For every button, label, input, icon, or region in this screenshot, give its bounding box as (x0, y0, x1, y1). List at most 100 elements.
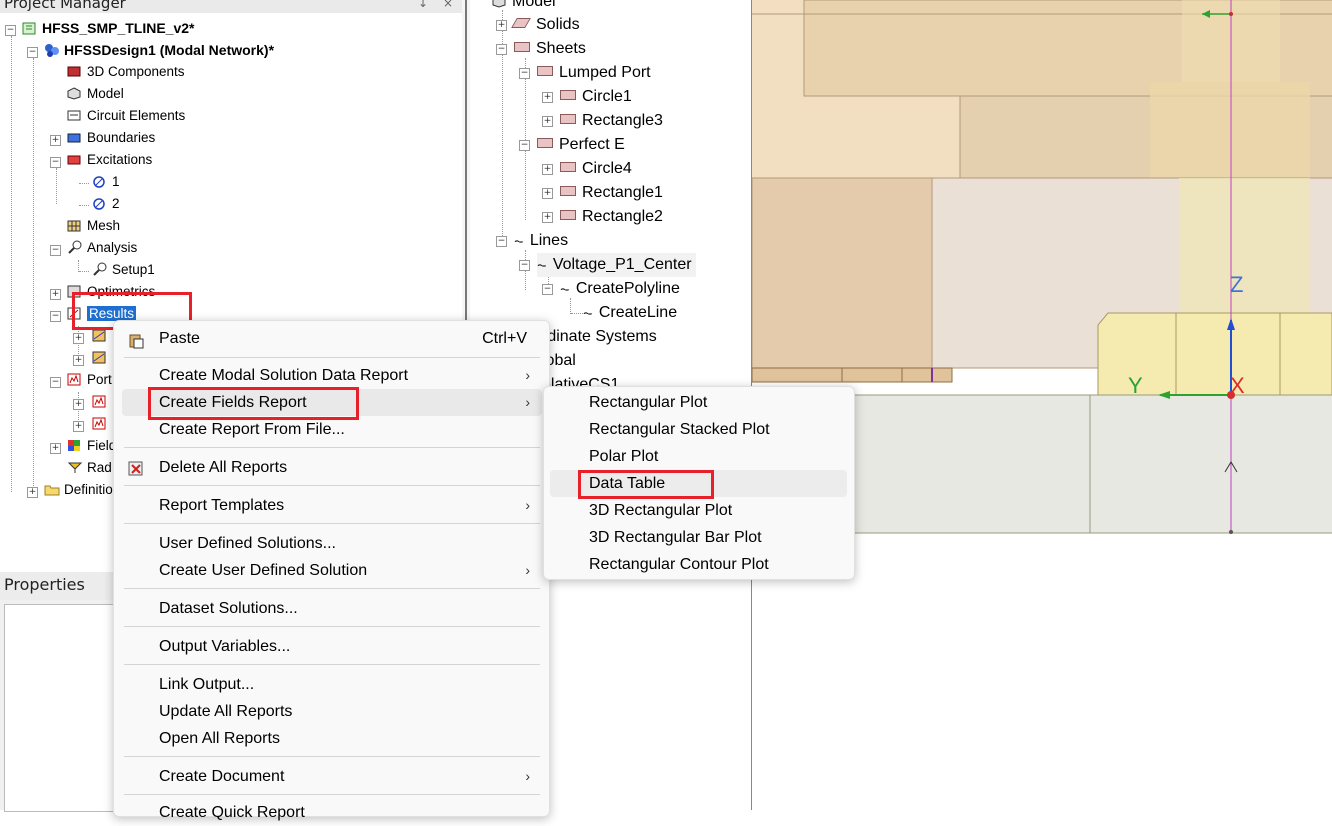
submenu-item-rectangular-stacked-plot[interactable]: Rectangular Stacked Plot (550, 416, 847, 443)
model-tree-circle4[interactable]: Circle4 (560, 157, 632, 181)
sheet-icon (560, 90, 576, 100)
submenu-item-3d-rectangular-plot[interactable]: 3D Rectangular Plot (550, 497, 847, 524)
chevron-right-icon: › (525, 394, 530, 410)
axis-x-label: X (1230, 373, 1245, 398)
design-icon (44, 41, 59, 57)
tree-item-definitions[interactable]: Definitio (44, 479, 113, 501)
tree-item-model[interactable]: Model (67, 83, 124, 105)
menu-item-report-templates[interactable]: Report Templates › (122, 492, 542, 519)
model-icon (492, 0, 506, 8)
port-field-icon (92, 415, 106, 430)
report-icon (92, 349, 106, 364)
port-icon (92, 173, 106, 188)
tree-item-field-overlays[interactable]: Field (67, 435, 116, 457)
menu-item-update-all-reports[interactable]: Update All Reports (122, 698, 542, 725)
model-tree-coordinate-systems[interactable]: rdinate Systems (542, 325, 657, 349)
line-icon: ⏦ (537, 258, 547, 272)
tree-item-excitations[interactable]: Excitations (67, 149, 152, 171)
model-tree-solids[interactable]: Solids (511, 13, 580, 37)
model-tree-createline[interactable]: ⏦ CreateLine (583, 301, 677, 325)
model-tree-rectangle3[interactable]: Rectangle3 (560, 109, 663, 133)
line-icon: ⏦ (583, 306, 593, 320)
excitations-icon (67, 151, 81, 165)
menu-item-output-variables[interactable]: Output Variables... (122, 633, 542, 660)
close-icon[interactable]: × (443, 0, 453, 13)
port-field-icon (92, 393, 106, 408)
model-tree-lumped-port[interactable]: Lumped Port (537, 61, 651, 85)
submenu-item-3d-rectangular-bar-plot[interactable]: 3D Rectangular Bar Plot (550, 524, 847, 551)
model-tree-voltage-p1-center[interactable]: ⏦ Voltage_P1_Center (537, 253, 696, 277)
chevron-right-icon: › (525, 367, 530, 383)
menu-item-link-output[interactable]: Link Output... (122, 671, 542, 698)
menu-item-delete-all-reports[interactable]: Delete All Reports (122, 454, 542, 481)
tree-item-port-field-2[interactable] (92, 413, 112, 435)
model-tree-createpolyline[interactable]: ⏦ CreatePolyline (560, 277, 680, 301)
tree-item-radiation[interactable]: Rad (67, 457, 112, 479)
components-icon (67, 63, 81, 77)
project-icon (22, 19, 36, 35)
chevron-right-icon: › (525, 562, 530, 578)
submenu-item-polar-plot[interactable]: Polar Plot (550, 443, 847, 470)
sheet-icon (537, 138, 553, 148)
model-tree-root[interactable]: Model (492, 0, 556, 14)
submenu-item-rectangular-plot[interactable]: Rectangular Plot (550, 389, 847, 416)
menu-item-create-report-from-file[interactable]: Create Report From File... (122, 416, 542, 443)
highlight-data-table (578, 470, 714, 499)
delete-icon (128, 459, 144, 476)
project-manager-title-bar: Project Manager ↓ × (0, 0, 462, 13)
tree-item-circuit-elements[interactable]: Circuit Elements (67, 105, 185, 127)
tree-item-mesh[interactable]: Mesh (67, 215, 120, 237)
menu-item-paste[interactable]: Paste Ctrl+V (122, 325, 542, 352)
solid-icon (511, 18, 531, 28)
chevron-right-icon: › (525, 768, 530, 784)
submenu-item-rectangular-contour-plot[interactable]: Rectangular Contour Plot (550, 551, 847, 578)
menu-item-create-user-defined-solution[interactable]: Create User Defined Solution › (122, 557, 542, 584)
model-tree-lines[interactable]: ⏦ Lines (514, 229, 568, 253)
sheet-icon (560, 210, 576, 220)
port-field-icon (67, 371, 81, 386)
menu-item-create-quick-report[interactable]: Create Quick Report (122, 799, 542, 826)
menu-item-open-all-reports[interactable]: Open All Reports (122, 725, 542, 752)
sheet-icon (560, 162, 576, 172)
axis-y-label: Y (1128, 373, 1143, 398)
line-icon: ⏦ (514, 234, 524, 248)
tree-item-design[interactable]: HFSSDesign1 (Modal Network)* (44, 39, 274, 61)
tree-item-setup1[interactable]: Setup1 (92, 259, 155, 281)
tree-item-port-1[interactable]: 1 (92, 171, 120, 193)
tree-item-3d-components[interactable]: 3D Components (67, 61, 185, 83)
tree-item-port-2[interactable]: 2 (92, 193, 120, 215)
model-tree-sheets[interactable]: Sheets (514, 37, 586, 61)
setup-icon (92, 261, 107, 276)
menu-item-create-modal-solution-data-report[interactable]: Create Modal Solution Data Report › (122, 362, 542, 389)
analysis-icon (67, 239, 82, 254)
model-tree-rectangle2[interactable]: Rectangle2 (560, 205, 663, 229)
model-tree-rectangle1[interactable]: Rectangle1 (560, 181, 663, 205)
menu-item-create-document[interactable]: Create Document › (122, 763, 542, 790)
boundaries-icon (67, 129, 81, 143)
paste-icon (128, 331, 144, 349)
pin-icon[interactable]: ↓ (418, 0, 428, 13)
field-icon (67, 437, 81, 451)
circuit-icon (67, 107, 81, 121)
port-icon (92, 195, 106, 210)
axis-z-label: Z (1230, 272, 1244, 297)
menu-item-user-defined-solutions[interactable]: User Defined Solutions... (122, 530, 542, 557)
line-icon: ⏦ (560, 282, 570, 296)
tree-item-port-field-1[interactable] (92, 391, 112, 413)
menu-item-dataset-solutions[interactable]: Dataset Solutions... (122, 595, 542, 622)
model-tree-circle1[interactable]: Circle1 (560, 85, 632, 109)
mesh-icon (67, 217, 81, 232)
sheet-icon (560, 186, 576, 196)
model-tree-perfect-e[interactable]: Perfect E (537, 133, 625, 157)
chevron-right-icon: › (525, 497, 530, 513)
tree-item-project[interactable]: HFSS_SMP_TLINE_v2* (22, 17, 195, 39)
highlight-create-fields-report (148, 387, 359, 420)
sheet-icon (537, 66, 553, 76)
sheet-icon (514, 42, 530, 52)
tree-item-port-fields[interactable]: Port (67, 369, 112, 391)
tree-item-report-2[interactable] (92, 347, 112, 369)
tree-item-boundaries[interactable]: Boundaries (67, 127, 155, 149)
sheet-icon (560, 114, 576, 124)
folder-icon (44, 481, 60, 496)
tree-item-analysis[interactable]: Analysis (67, 237, 137, 259)
